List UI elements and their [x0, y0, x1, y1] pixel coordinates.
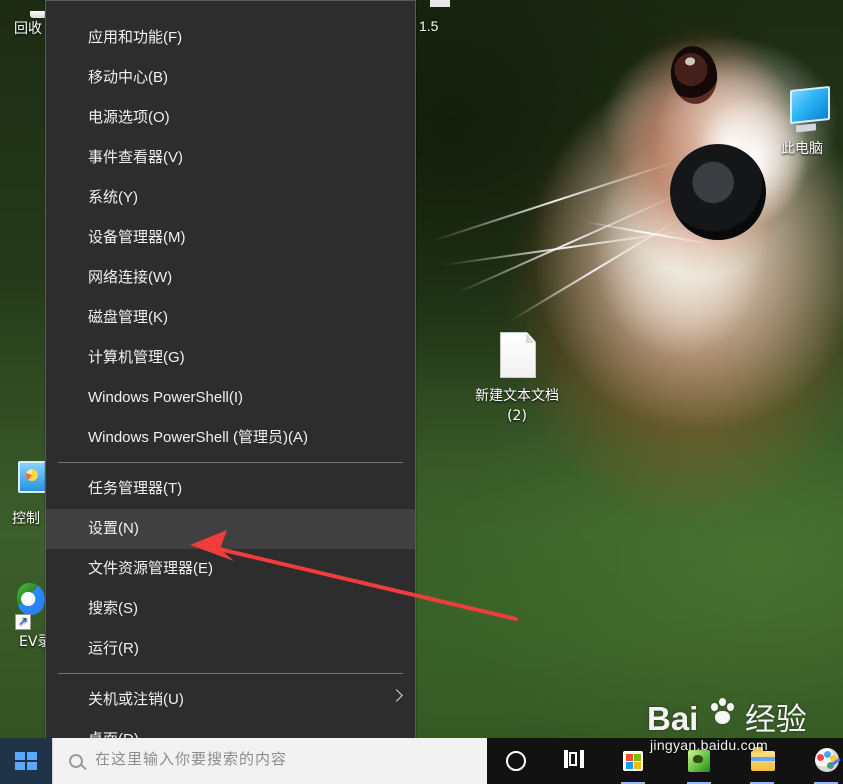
- computer-icon: [790, 85, 830, 125]
- annotation-arrow: [190, 530, 518, 621]
- desktop-icon-this-pc[interactable]: 此电脑: [771, 85, 839, 166]
- baidu-paw-icon: [707, 696, 741, 730]
- menu-item-label: 搜索(S): [88, 600, 138, 617]
- menu-item-label: 关机或注销(U): [88, 691, 184, 708]
- menu-item-windows-powershell-admin[interactable]: Windows PowerShell (管理员)(A): [46, 418, 415, 458]
- menu-item-power-options[interactable]: 电源选项(O): [46, 98, 415, 138]
- shortcut-arrow-icon: ↗: [15, 614, 31, 630]
- menu-item-label: 计算机管理(G): [88, 349, 185, 366]
- watermark-brand-left: Bai: [647, 700, 699, 737]
- desktop-icon-label: 回收: [14, 21, 42, 37]
- annotation-arrow-head: [190, 530, 234, 561]
- menu-item-label: Windows PowerShell (管理员)(A): [88, 429, 309, 446]
- annotation-arrow-line: [217, 547, 518, 621]
- menu-item-label: 应用和功能(F): [88, 29, 183, 46]
- task-view-icon[interactable]: [562, 748, 588, 772]
- file-explorer-icon[interactable]: [751, 747, 775, 771]
- menu-item-label: 磁盘管理(K): [88, 309, 168, 326]
- photos-icon[interactable]: [688, 750, 710, 772]
- search-icon: [69, 754, 83, 768]
- start-button[interactable]: [0, 738, 52, 784]
- menu-item-run[interactable]: 运行(R): [46, 629, 415, 669]
- ev-recorder-icon: [17, 583, 45, 615]
- menu-item-label: Windows PowerShell(I): [88, 389, 244, 406]
- windows-start-icon: [15, 752, 37, 770]
- menu-item-task-manager[interactable]: 任务管理器(T): [46, 469, 415, 509]
- menu-item-label: 设备管理器(M): [88, 229, 186, 246]
- menu-item-label: 运行(R): [88, 640, 139, 657]
- top-partial-label: 1.5: [419, 18, 439, 34]
- menu-item-label: 系统(Y): [88, 189, 138, 206]
- desktop-icon-label: 此电脑: [781, 141, 823, 157]
- winx-context-menu: 应用和功能(F) 移动中心(B) 电源选项(O) 事件查看器(V) 系统(Y) …: [45, 0, 416, 768]
- taskbar-search-box[interactable]: 在这里输入你要搜索的内容: [52, 738, 487, 784]
- menu-item-label: 移动中心(B): [88, 69, 168, 86]
- top-window-fragment: [430, 0, 450, 7]
- menu-separator: [58, 462, 403, 463]
- menu-item-system[interactable]: 系统(Y): [46, 178, 415, 218]
- menu-item-event-viewer[interactable]: 事件查看器(V): [46, 138, 415, 178]
- text-document-icon: [500, 332, 536, 378]
- paint-icon[interactable]: [815, 748, 839, 772]
- menu-item-computer-management[interactable]: 计算机管理(G): [46, 338, 415, 378]
- search-placeholder-text: 在这里输入你要搜索的内容: [95, 750, 288, 768]
- menu-item-windows-powershell[interactable]: Windows PowerShell(I): [46, 378, 415, 418]
- microsoft-store-icon[interactable]: [623, 751, 643, 771]
- menu-item-label: 网络连接(W): [88, 269, 173, 286]
- menu-item-apps-features[interactable]: 应用和功能(F): [46, 18, 415, 58]
- watermark-brand-right: 经验: [744, 702, 807, 737]
- chevron-right-icon: [390, 689, 403, 702]
- menu-item-label: 电源选项(O): [88, 109, 170, 126]
- cortana-icon[interactable]: [506, 751, 526, 771]
- menu-item-shutdown-signout[interactable]: 关机或注销(U): [46, 680, 415, 720]
- menu-item-network-connections[interactable]: 网络连接(W): [46, 258, 415, 298]
- menu-item-label: 设置(N): [88, 520, 139, 537]
- baidu-jingyan-watermark: Bai 经验 jingyan.baidu.com: [647, 694, 807, 753]
- desktop-icon-label: 新建文本文档 (2): [475, 388, 559, 424]
- menu-item-mobility-center[interactable]: 移动中心(B): [46, 58, 415, 98]
- watermark-url: jingyan.baidu.com: [650, 737, 768, 753]
- desktop-icon-new-text-document[interactable]: 新建文本文档 (2): [467, 328, 567, 428]
- menu-item-label: 事件查看器(V): [88, 149, 183, 166]
- menu-separator: [58, 673, 403, 674]
- desktop-icon-label: 控制: [12, 511, 40, 527]
- menu-item-disk-management[interactable]: 磁盘管理(K): [46, 298, 415, 338]
- menu-item-label: 任务管理器(T): [88, 480, 183, 497]
- red-panda-nose: [670, 144, 766, 240]
- menu-item-device-manager[interactable]: 设备管理器(M): [46, 218, 415, 258]
